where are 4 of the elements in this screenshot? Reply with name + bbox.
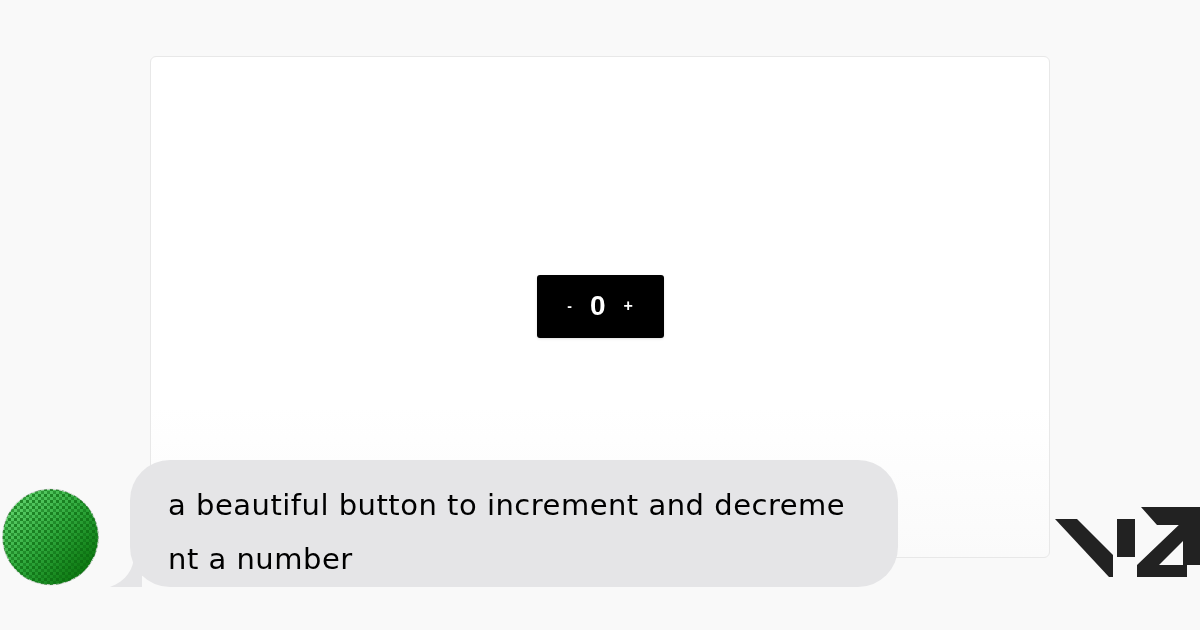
counter-value: 0 <box>589 289 606 323</box>
message-text: a beautiful button to increment and decrement a number <box>168 487 847 578</box>
decrement-button[interactable]: - <box>563 295 576 317</box>
increment-button[interactable]: + <box>619 294 637 318</box>
